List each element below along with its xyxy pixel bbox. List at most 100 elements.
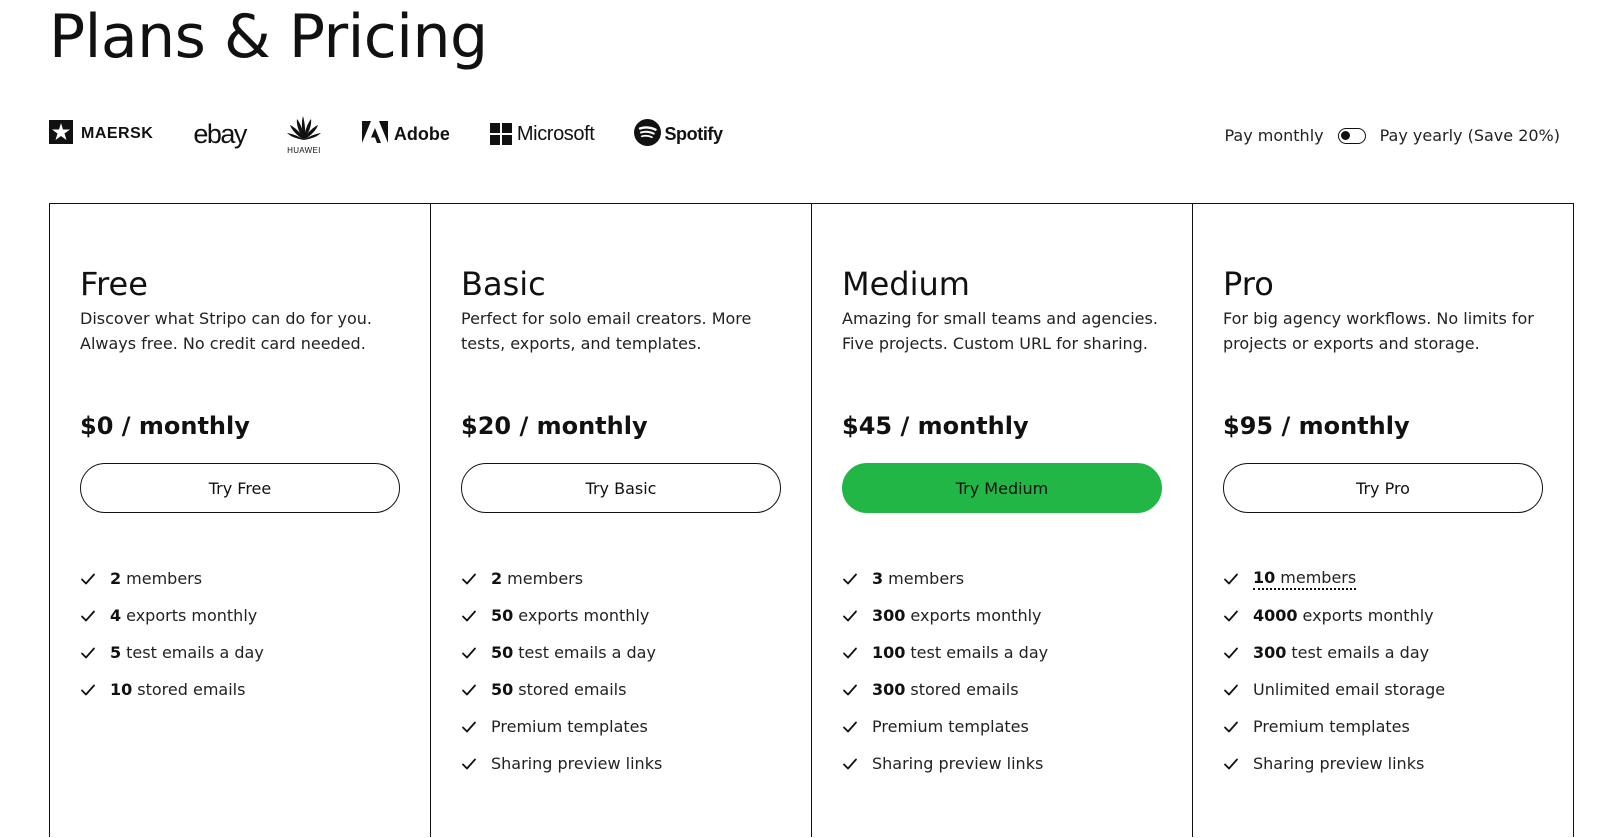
try-medium-button[interactable]: Try Medium bbox=[842, 463, 1162, 513]
adobe-logo: Adobe bbox=[361, 121, 450, 147]
plan-description: Discover what Stripo can do for you. Alw… bbox=[80, 309, 372, 353]
feature-item: 50 stored emails bbox=[461, 671, 662, 708]
ebay-wordmark: ebay bbox=[193, 118, 247, 149]
feature-item: 10 members bbox=[1223, 560, 1445, 597]
check-icon bbox=[80, 608, 96, 624]
try-basic-button[interactable]: Try Basic bbox=[461, 463, 781, 513]
plan-card-pro: Pro For big agency workflows. No limits … bbox=[1193, 204, 1573, 837]
maersk-wordmark: MAERSK bbox=[81, 125, 154, 142]
feature-item: 300 exports monthly bbox=[842, 597, 1048, 634]
feature-text: 2 members bbox=[491, 569, 583, 588]
check-icon bbox=[80, 645, 96, 661]
feature-text: 300 test emails a day bbox=[1253, 643, 1429, 662]
feature-item: Sharing preview links bbox=[1223, 745, 1445, 782]
feature-list: 3 members 300 exports monthly 100 test emails… bbox=[842, 560, 1048, 782]
feature-label: stored emails bbox=[137, 680, 246, 699]
feature-text: Unlimited email storage bbox=[1253, 680, 1445, 699]
pay-monthly-label[interactable]: Pay monthly bbox=[1224, 126, 1323, 145]
plan-price: $0 / monthly bbox=[80, 412, 250, 440]
feature-label: Unlimited email storage bbox=[1253, 680, 1446, 699]
try-free-button[interactable]: Try Free bbox=[80, 463, 400, 513]
feature-text: 10 stored emails bbox=[110, 680, 245, 699]
billing-toggle[interactable] bbox=[1337, 127, 1366, 144]
spotify-logo: Spotify bbox=[634, 118, 723, 150]
check-icon bbox=[1223, 608, 1239, 624]
check-icon bbox=[461, 682, 477, 698]
check-icon bbox=[1223, 756, 1239, 772]
feature-item: 10 stored emails bbox=[80, 671, 264, 708]
plan-name: Medium bbox=[842, 265, 970, 303]
feature-item: 2 members bbox=[80, 560, 264, 597]
feature-label: Sharing preview links bbox=[1253, 754, 1425, 773]
customer-logos: MAERSK ebay HUAWEI Adobe Microsoft Spoti… bbox=[49, 112, 763, 156]
feature-label: members bbox=[126, 569, 203, 588]
feature-value: 4 bbox=[110, 606, 122, 625]
feature-item: 3 members bbox=[842, 560, 1048, 597]
feature-label: test emails a day bbox=[126, 643, 264, 662]
feature-label: members bbox=[507, 569, 584, 588]
feature-label: Sharing preview links bbox=[491, 754, 663, 773]
plan-description: Perfect for solo email creators. More te… bbox=[461, 309, 752, 353]
feature-text: Sharing preview links bbox=[1253, 754, 1424, 773]
adobe-a-icon bbox=[361, 121, 388, 147]
feature-text: 3 members bbox=[872, 569, 964, 588]
feature-value: 3 bbox=[872, 569, 884, 588]
microsoft-logo: Microsoft bbox=[489, 123, 595, 146]
adobe-wordmark: Adobe bbox=[393, 123, 450, 144]
feature-label: Premium templates bbox=[1253, 717, 1410, 736]
toggle-knob bbox=[1340, 130, 1350, 140]
feature-value: 4000 bbox=[1253, 606, 1298, 625]
feature-text: Premium templates bbox=[1253, 717, 1410, 736]
feature-text: Sharing preview links bbox=[872, 754, 1043, 773]
try-pro-button[interactable]: Try Pro bbox=[1223, 463, 1543, 513]
feature-label: exports monthly bbox=[1302, 606, 1434, 625]
feature-text: 300 stored emails bbox=[872, 680, 1019, 699]
huawei-wordmark: HUAWEI bbox=[287, 146, 321, 155]
feature-item: Premium templates bbox=[461, 708, 662, 745]
feature-value: 50 bbox=[491, 680, 514, 699]
feature-item: 2 members bbox=[461, 560, 662, 597]
feature-label: test emails a day bbox=[1291, 643, 1430, 662]
feature-text: Premium templates bbox=[491, 717, 648, 736]
feature-label: exports monthly bbox=[518, 606, 650, 625]
feature-item: 50 exports monthly bbox=[461, 597, 662, 634]
maersk-star-icon bbox=[49, 120, 73, 148]
plan-description: For big agency workflows. No limits for … bbox=[1223, 309, 1534, 353]
feature-label: stored emails bbox=[910, 680, 1019, 699]
spotify-circle-icon bbox=[634, 118, 662, 150]
feature-text: 50 exports monthly bbox=[491, 606, 649, 625]
feature-label: test emails a day bbox=[518, 643, 656, 662]
feature-list: 2 members 4 exports monthly 5 test emails a d… bbox=[80, 560, 264, 708]
feature-label: Premium templates bbox=[491, 717, 648, 736]
feature-label: exports monthly bbox=[910, 606, 1042, 625]
plan-card-basic: Basic Perfect for solo email creators. M… bbox=[431, 204, 812, 837]
feature-value: 50 bbox=[491, 643, 514, 662]
plans-grid: Free Discover what Stripo can do for you… bbox=[49, 203, 1574, 837]
feature-label: stored emails bbox=[518, 680, 627, 699]
feature-item: 300 test emails a day bbox=[1223, 634, 1445, 671]
feature-text: 2 members bbox=[110, 569, 202, 588]
check-icon bbox=[842, 608, 858, 624]
feature-label: Premium templates bbox=[872, 717, 1029, 736]
feature-item: 5 test emails a day bbox=[80, 634, 264, 671]
feature-value: 300 bbox=[872, 680, 906, 699]
feature-list: 10 members 4000 exports monthly 300 test emai… bbox=[1223, 560, 1445, 782]
feature-label: exports monthly bbox=[126, 606, 258, 625]
feature-text[interactable]: 10 members bbox=[1253, 568, 1357, 590]
feature-label: Sharing preview links bbox=[872, 754, 1044, 773]
feature-text: Sharing preview links bbox=[491, 754, 662, 773]
check-icon bbox=[80, 682, 96, 698]
check-icon bbox=[461, 719, 477, 735]
plan-card-free: Free Discover what Stripo can do for you… bbox=[50, 204, 431, 837]
feature-item: Unlimited email storage bbox=[1223, 671, 1445, 708]
feature-item: 50 test emails a day bbox=[461, 634, 662, 671]
check-icon bbox=[842, 756, 858, 772]
billing-period-switch: Pay monthly Pay yearly (Save 20%) bbox=[1224, 126, 1560, 145]
check-icon bbox=[1223, 682, 1239, 698]
check-icon bbox=[461, 608, 477, 624]
plan-name: Free bbox=[80, 265, 148, 303]
pay-yearly-label[interactable]: Pay yearly (Save 20%) bbox=[1380, 126, 1560, 145]
check-icon bbox=[1223, 719, 1239, 735]
feature-value: 50 bbox=[491, 606, 514, 625]
feature-item: Sharing preview links bbox=[842, 745, 1048, 782]
